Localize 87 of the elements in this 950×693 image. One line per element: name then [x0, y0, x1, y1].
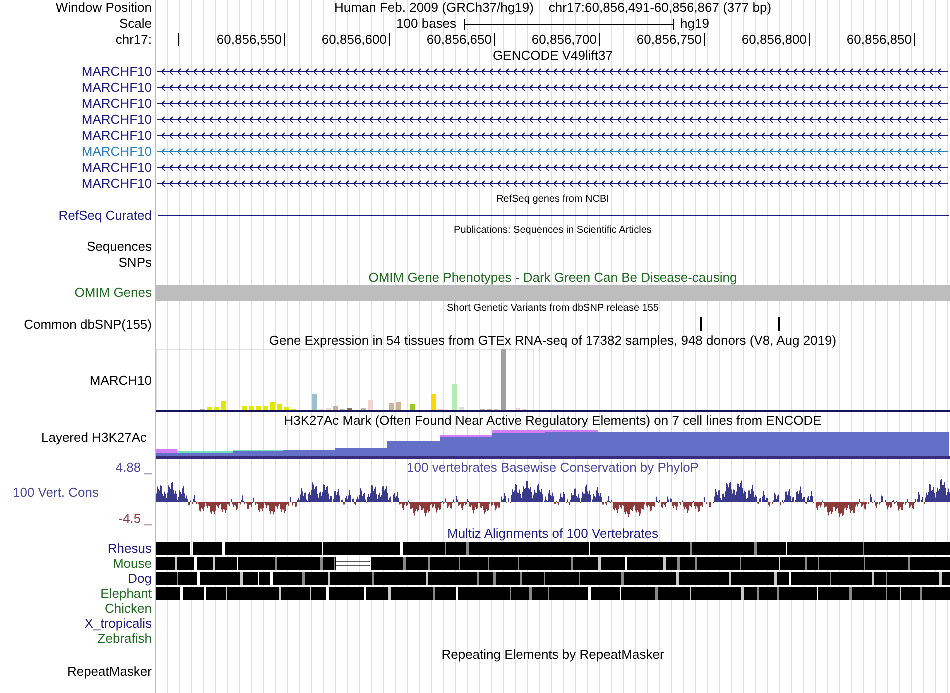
gene-model-drawing[interactable] [156, 100, 948, 108]
gene-label[interactable]: MARCHF10 [82, 80, 152, 95]
track-title: 100 vertebrates Basewise Conservation by PhyloP [406, 460, 700, 476]
phenotype-bar[interactable] [156, 285, 950, 301]
ruler-coordinate: 60,856,850 [846, 32, 912, 47]
gene-label[interactable]: MARCHF10 [82, 96, 152, 111]
expression-bar[interactable] [396, 402, 401, 410]
gene-label[interactable]: MARCHF10 [82, 160, 152, 175]
alignment-blocks-drawing[interactable] [156, 557, 950, 570]
expression-bar[interactable] [242, 406, 247, 410]
alignment-blocks-drawing[interactable] [156, 587, 950, 600]
track-label[interactable]: SNPs [118, 255, 152, 270]
expression-bar[interactable] [431, 394, 436, 410]
ruler-coordinate: 60,856,600 [322, 32, 387, 47]
gene-label[interactable]: MARCHF10 [82, 144, 152, 159]
track-title: Multiz Alignments of 100 Vertebrates [446, 527, 660, 541]
track-label[interactable]: Common dbSNP(155) [24, 317, 152, 332]
gene-model-line[interactable] [158, 215, 949, 216]
species-label[interactable]: Zebrafish [98, 631, 152, 646]
axis-max-label: 4.88 _ [116, 460, 152, 475]
species-label[interactable]: Mouse [112, 556, 152, 571]
track-title: OMIM Gene Phenotypes - Dark Green Can Be Disease-causing [368, 271, 738, 285]
signal-area-drawing[interactable] [156, 430, 950, 459]
expression-bar[interactable] [452, 384, 457, 410]
expression-bar[interactable] [459, 407, 464, 410]
alignment-blocks-drawing[interactable] [156, 572, 950, 585]
species-label[interactable]: X_tropicalis [84, 616, 152, 631]
conservation-wiggle-drawing[interactable] [156, 480, 950, 518]
track-title: H3K27Ac Mark (Often Found Near Active Regulatory Elements) on 7 cell lines from ENCODE [283, 412, 823, 430]
axis-min-label: -4.5 _ [118, 511, 152, 526]
ruler-coordinate: 60,856,700 [532, 32, 597, 47]
track-label[interactable]: OMIM Genes [74, 285, 152, 300]
expression-bar[interactable] [221, 401, 226, 410]
expression-bar[interactable] [263, 406, 268, 410]
species-label[interactable]: Chicken [105, 601, 152, 616]
expression-bar[interactable] [501, 349, 506, 410]
expression-bar[interactable] [207, 407, 212, 410]
expression-bar[interactable] [368, 400, 373, 410]
gene-label[interactable]: MARCHF10 [82, 176, 152, 191]
expression-bar[interactable] [249, 406, 254, 410]
gene-model-drawing[interactable] [156, 116, 948, 124]
gene-label[interactable]: MARCHF10 [82, 64, 152, 79]
expression-bar[interactable] [333, 406, 338, 410]
expression-bar[interactable] [214, 407, 219, 410]
track-label: Scale [119, 16, 152, 31]
ruler-coordinate: 60,856,750 [636, 32, 702, 47]
species-label[interactable]: Rhesus [108, 541, 152, 556]
species-label[interactable]: Dog [128, 571, 152, 586]
ruler-coordinate: 60,856,550 [216, 32, 282, 47]
genome-position: chr17:60,856,491-60,856,867 (377 bp) [548, 0, 772, 16]
track-label[interactable]: RepeatMasker [67, 664, 152, 679]
scale-length: 100 bases [396, 16, 457, 32]
track-title: Publications: Sequences in Scientific Articles [453, 224, 653, 238]
ruler-coordinate: 60,856,800 [742, 32, 807, 47]
gene-model-drawing[interactable] [156, 180, 948, 188]
track-title: Repeating Elements by RepeatMasker [440, 646, 666, 663]
ruler-coordinate: 60,856,650 [426, 32, 492, 47]
gene-model-drawing[interactable] [156, 164, 948, 172]
track-title: Short Genetic Variants from dbSNP release 155 [446, 302, 660, 316]
expression-bar[interactable] [270, 402, 275, 410]
track-title: Gene Expression in 54 tissues from GTEx RNA-seq of 17382 samples, 948 donors (V8, Aug 2019) [268, 332, 838, 349]
expression-bar[interactable] [277, 404, 282, 410]
assembly-name: hg19 [680, 16, 710, 32]
assembly-name: Human Feb. 2009 (GRCh37/hg19) [334, 0, 534, 16]
gene-label[interactable]: MARCHF10 [82, 128, 152, 143]
track-label: chr17: [116, 32, 152, 47]
variant-tick-icon[interactable] [700, 317, 702, 331]
species-label[interactable]: Elephant [100, 586, 152, 601]
track-label: Window Position [56, 0, 152, 15]
track-title: RefSeq genes from NCBI [496, 193, 610, 207]
expression-bar[interactable] [389, 403, 394, 410]
expression-bar[interactable] [410, 404, 415, 410]
gene-model-drawing[interactable] [156, 132, 948, 140]
track-label[interactable]: MARCH10 [90, 373, 152, 388]
gene-label[interactable]: MARCHF10 [82, 112, 152, 127]
expression-bar[interactable] [284, 407, 289, 410]
track-label[interactable]: Layered H3K27Ac [41, 430, 152, 445]
alignment-blocks-drawing[interactable] [156, 542, 950, 555]
expression-bar[interactable] [312, 394, 317, 410]
variant-tick-icon[interactable] [778, 317, 780, 331]
track-label[interactable]: 100 Vert. Cons [13, 485, 99, 500]
track-label[interactable]: Sequences [86, 239, 152, 254]
gene-model-drawing[interactable] [156, 68, 948, 76]
track-title: GENCODE V49lift37 [492, 48, 614, 64]
expression-bar[interactable] [256, 406, 261, 410]
gene-model-drawing[interactable] [156, 84, 948, 92]
track-label[interactable]: RefSeq Curated [58, 208, 152, 223]
